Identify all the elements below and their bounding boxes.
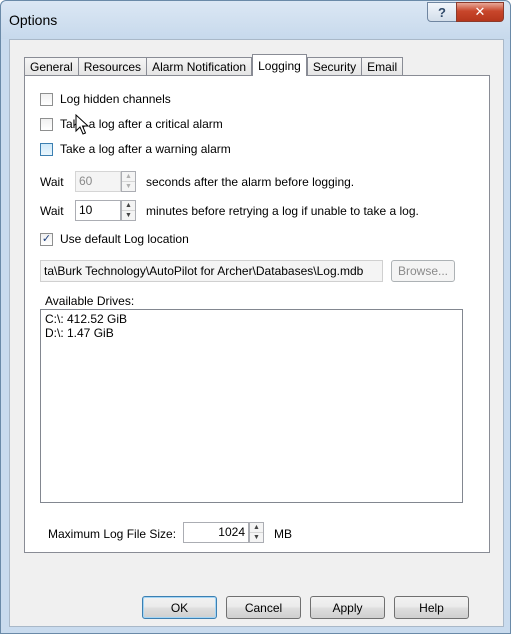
wait-retry-prefix: Wait bbox=[40, 204, 64, 218]
max-log-size-unit: MB bbox=[274, 527, 292, 541]
help-button[interactable]: Help bbox=[394, 596, 469, 619]
wait-after-alarm-value: 60 bbox=[79, 174, 93, 188]
window-title: Options bbox=[9, 12, 58, 28]
mouse-cursor-icon bbox=[75, 114, 89, 135]
options-dialog: Options ? ✕ General Resources Alarm Noti… bbox=[0, 0, 511, 634]
log-hidden-channels-label[interactable]: Log hidden channels bbox=[60, 92, 171, 106]
wait-alarm-suffix: seconds after the alarm before logging. bbox=[146, 175, 355, 189]
spinner-up-icon[interactable]: ▲ bbox=[122, 201, 135, 211]
list-item[interactable]: C:\: 412.52 GiB bbox=[45, 312, 458, 326]
spinner-down-icon[interactable]: ▼ bbox=[122, 211, 135, 220]
spinner-down-icon[interactable]: ▼ bbox=[122, 182, 135, 191]
max-log-size-label: Maximum Log File Size: bbox=[48, 527, 177, 541]
max-log-size-input[interactable]: 1024 bbox=[183, 522, 249, 543]
close-icon: ✕ bbox=[474, 4, 486, 19]
title-bar[interactable]: Options ? ✕ bbox=[1, 1, 510, 39]
browse-button[interactable]: Browse... bbox=[391, 260, 455, 282]
warning-alarm-label[interactable]: Take a log after a warning alarm bbox=[60, 142, 231, 156]
wait-after-alarm-spinner[interactable]: ▲ ▼ bbox=[121, 171, 136, 192]
drives-listbox[interactable]: C:\: 412.52 GiB D:\: 1.47 GiB bbox=[40, 309, 463, 503]
tab-logging[interactable]: Logging bbox=[252, 54, 307, 76]
tab-resources[interactable]: Resources bbox=[77, 57, 148, 76]
wait-alarm-prefix: Wait bbox=[40, 175, 64, 189]
spinner-up-icon[interactable]: ▲ bbox=[250, 523, 263, 533]
default-location-label[interactable]: Use default Log location bbox=[60, 232, 189, 246]
critical-alarm-checkbox[interactable] bbox=[40, 118, 53, 131]
ok-button[interactable]: OK bbox=[142, 596, 217, 619]
wait-retry-value: 10 bbox=[79, 203, 93, 217]
close-button[interactable]: ✕ bbox=[456, 2, 504, 22]
tab-general[interactable]: General bbox=[24, 57, 79, 76]
max-log-size-spinner[interactable]: ▲ ▼ bbox=[249, 522, 264, 543]
tab-email[interactable]: Email bbox=[361, 57, 404, 76]
log-path-field[interactable]: ta\Burk Technology\AutoPilot for Archer\… bbox=[40, 260, 383, 282]
log-path-value: ta\Burk Technology\AutoPilot for Archer\… bbox=[44, 264, 364, 278]
question-icon: ? bbox=[438, 4, 446, 20]
wait-retry-suffix: minutes before retrying a log if unable … bbox=[146, 204, 419, 218]
available-drives-label: Available Drives: bbox=[45, 294, 135, 308]
help-title-button[interactable]: ? bbox=[427, 2, 457, 22]
warning-alarm-checkbox[interactable] bbox=[40, 143, 53, 156]
log-hidden-channels-checkbox[interactable] bbox=[40, 93, 53, 106]
list-item[interactable]: D:\: 1.47 GiB bbox=[45, 326, 458, 340]
checkmark-icon: ✓ bbox=[41, 233, 52, 245]
wait-after-alarm-input[interactable]: 60 bbox=[75, 171, 121, 192]
wait-retry-input[interactable]: 10 bbox=[75, 200, 121, 221]
tab-alarm-notification[interactable]: Alarm Notification bbox=[146, 57, 253, 76]
tab-security[interactable]: Security bbox=[306, 57, 363, 76]
apply-button[interactable]: Apply bbox=[310, 596, 385, 619]
cancel-button[interactable]: Cancel bbox=[226, 596, 301, 619]
spinner-up-icon[interactable]: ▲ bbox=[122, 172, 135, 182]
max-log-size-value: 1024 bbox=[218, 525, 245, 539]
default-location-checkbox[interactable]: ✓ bbox=[40, 233, 53, 246]
wait-retry-spinner[interactable]: ▲ ▼ bbox=[121, 200, 136, 221]
logging-panel: Log hidden channels Take a log after a c… bbox=[24, 75, 490, 553]
dialog-client-area: General Resources Alarm Notification Log… bbox=[9, 39, 504, 627]
spinner-down-icon[interactable]: ▼ bbox=[250, 533, 263, 542]
tab-strip: General Resources Alarm Notification Log… bbox=[24, 54, 404, 76]
